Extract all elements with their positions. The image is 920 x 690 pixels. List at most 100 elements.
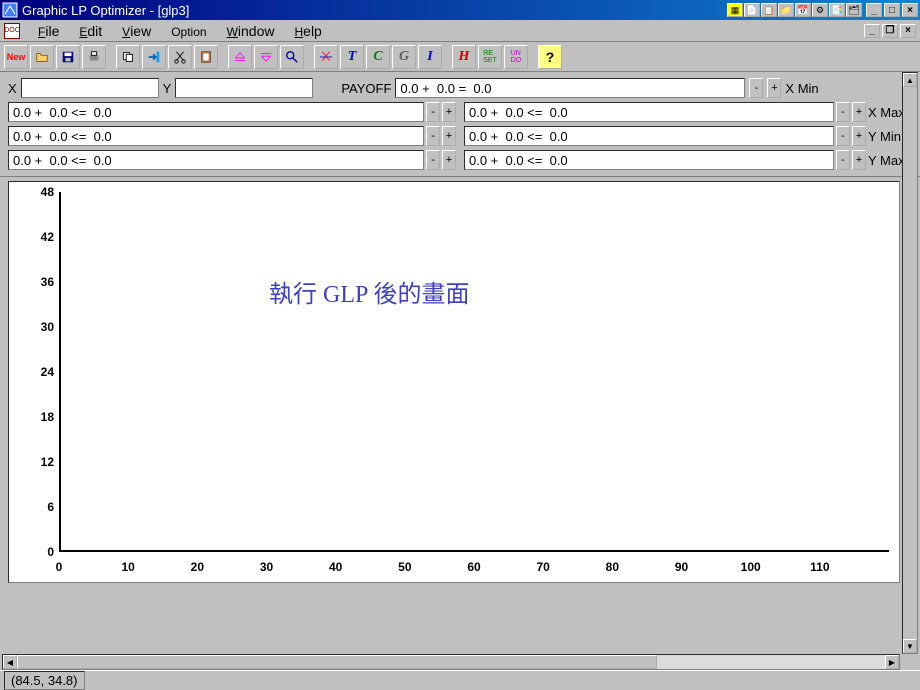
scroll-left-button[interactable]: ◀ bbox=[3, 655, 17, 669]
x-tick-label: 0 bbox=[56, 560, 63, 574]
tray-icon[interactable]: ⚙ bbox=[812, 3, 828, 17]
constraint-input[interactable] bbox=[464, 150, 834, 170]
payoff-minus-button[interactable]: - bbox=[749, 78, 763, 98]
x-tick-label: 110 bbox=[810, 560, 829, 574]
constraint-input[interactable] bbox=[8, 126, 424, 146]
constraint-input[interactable] bbox=[464, 102, 834, 122]
scroll-thumb[interactable] bbox=[17, 655, 657, 669]
paste-button[interactable] bbox=[142, 45, 166, 69]
y-tick-label: 0 bbox=[19, 545, 54, 559]
tray-icon[interactable]: 📑 bbox=[829, 3, 845, 17]
x-tick-label: 100 bbox=[741, 560, 761, 574]
undo-button[interactable]: UN DO bbox=[504, 45, 528, 69]
y-tick-label: 18 bbox=[19, 410, 54, 424]
menu-help[interactable]: Help bbox=[284, 21, 331, 41]
y-tick-label: 48 bbox=[19, 185, 54, 199]
menu-view[interactable]: View bbox=[112, 21, 161, 41]
payoff-input[interactable] bbox=[395, 78, 745, 98]
tray-icon[interactable]: 🗂 bbox=[846, 3, 862, 17]
minus-button[interactable]: - bbox=[426, 150, 440, 170]
x-tick-label: 60 bbox=[467, 560, 480, 574]
doc-icon[interactable]: DOC bbox=[4, 23, 20, 39]
x-input[interactable] bbox=[21, 78, 159, 98]
tray-icon[interactable]: 📄 bbox=[744, 3, 760, 17]
scroll-up-button[interactable]: ▲ bbox=[903, 73, 917, 87]
x-tick-label: 10 bbox=[121, 560, 134, 574]
strike-button[interactable] bbox=[314, 45, 338, 69]
y-label: Y bbox=[163, 81, 172, 96]
t-button[interactable]: T bbox=[340, 45, 364, 69]
cut-button[interactable] bbox=[168, 45, 192, 69]
y-tick-label: 24 bbox=[19, 365, 54, 379]
y-tick-label: 30 bbox=[19, 320, 54, 334]
open-button[interactable] bbox=[30, 45, 54, 69]
plus-button[interactable]: + bbox=[852, 126, 866, 146]
x-tick-label: 50 bbox=[398, 560, 411, 574]
mdi-close-button[interactable]: × bbox=[900, 24, 916, 38]
close-button[interactable]: × bbox=[902, 3, 918, 17]
g-button[interactable]: G bbox=[392, 45, 416, 69]
x-tick-label: 90 bbox=[675, 560, 688, 574]
x-tick-label: 70 bbox=[536, 560, 549, 574]
vertical-scrollbar[interactable]: ▲ ▼ bbox=[902, 72, 918, 654]
y-tick-label: 6 bbox=[19, 500, 54, 514]
tray-icon[interactable]: 📅 bbox=[795, 3, 811, 17]
new-button[interactable]: New bbox=[4, 45, 28, 69]
zoom-button[interactable] bbox=[280, 45, 304, 69]
y-input[interactable] bbox=[175, 78, 313, 98]
copy-button[interactable] bbox=[116, 45, 140, 69]
c-button[interactable]: C bbox=[366, 45, 390, 69]
menu-edit[interactable]: Edit bbox=[69, 21, 112, 41]
scroll-down-button[interactable]: ▼ bbox=[903, 639, 917, 653]
minus-button[interactable]: - bbox=[836, 150, 850, 170]
x-tick-label: 40 bbox=[329, 560, 342, 574]
scroll-right-button[interactable]: ▶ bbox=[885, 655, 899, 669]
plus-button[interactable]: + bbox=[852, 102, 866, 122]
tray-icons: ▦ 📄 📋 📁 📅 ⚙ 📑 🗂 bbox=[727, 3, 862, 17]
plus-button[interactable]: + bbox=[852, 150, 866, 170]
constraint-input[interactable] bbox=[8, 150, 424, 170]
xmin-label: X Min bbox=[785, 81, 829, 96]
h-button[interactable]: H bbox=[452, 45, 476, 69]
help-button[interactable]: ? bbox=[538, 45, 562, 69]
i-button[interactable]: I bbox=[418, 45, 442, 69]
down-arrow-button[interactable] bbox=[254, 45, 278, 69]
mdi-minimize-button[interactable]: _ bbox=[864, 24, 880, 38]
minimize-button[interactable]: _ bbox=[866, 3, 882, 17]
x-label: X bbox=[8, 81, 17, 96]
menu-file[interactable]: File bbox=[28, 21, 69, 41]
overlay-caption: 執行 GLP 後的畫面 bbox=[269, 274, 469, 309]
print-button[interactable] bbox=[82, 45, 106, 69]
tray-icon[interactable]: 📁 bbox=[778, 3, 794, 17]
clipboard-button[interactable] bbox=[194, 45, 218, 69]
plus-button[interactable]: + bbox=[442, 126, 456, 146]
tray-icon[interactable]: 📋 bbox=[761, 3, 777, 17]
status-bar: (84.5, 34.8) bbox=[0, 670, 920, 690]
app-icon bbox=[2, 2, 18, 18]
plus-button[interactable]: + bbox=[442, 102, 456, 122]
save-button[interactable] bbox=[56, 45, 80, 69]
tray-icon[interactable]: ▦ bbox=[727, 3, 743, 17]
mdi-restore-button[interactable]: ❐ bbox=[882, 24, 898, 38]
horizontal-scrollbar[interactable]: ◀ ▶ bbox=[2, 654, 900, 670]
menu-option[interactable]: Option bbox=[161, 21, 216, 41]
up-arrow-button[interactable] bbox=[228, 45, 252, 69]
minus-button[interactable]: - bbox=[836, 126, 850, 146]
maximize-button[interactable]: □ bbox=[884, 3, 900, 17]
plus-button[interactable]: + bbox=[442, 150, 456, 170]
plot-axes bbox=[59, 192, 889, 552]
minus-button[interactable]: - bbox=[426, 102, 440, 122]
reset-button[interactable]: RE SET bbox=[478, 45, 502, 69]
minus-button[interactable]: - bbox=[836, 102, 850, 122]
payoff-label: PAYOFF bbox=[341, 81, 391, 96]
constraint-input[interactable] bbox=[8, 102, 424, 122]
constraint-input[interactable] bbox=[464, 126, 834, 146]
menu-window[interactable]: Window bbox=[217, 21, 285, 41]
y-tick-label: 36 bbox=[19, 275, 54, 289]
x-tick-label: 80 bbox=[606, 560, 619, 574]
menu-bar: DOC File Edit View Option Window Help _ … bbox=[0, 20, 920, 42]
plot-area: 0612182430364248 01020304050607080901001… bbox=[8, 181, 900, 583]
status-coords: (84.5, 34.8) bbox=[4, 671, 85, 690]
minus-button[interactable]: - bbox=[426, 126, 440, 146]
payoff-plus-button[interactable]: + bbox=[767, 78, 781, 98]
